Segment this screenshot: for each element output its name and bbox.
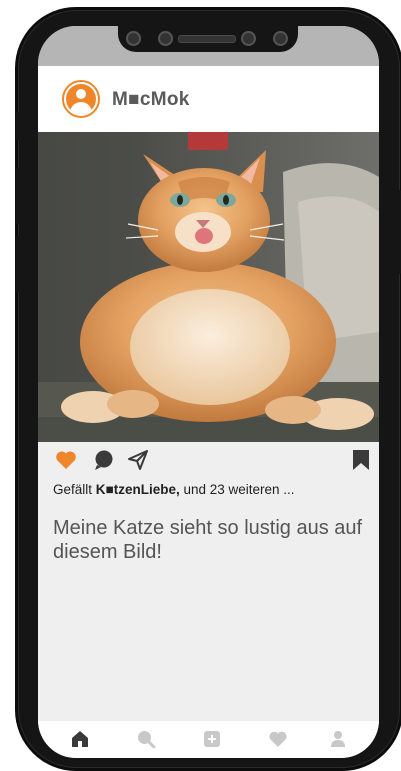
speech-bubble-icon[interactable] <box>92 448 116 472</box>
heart-icon[interactable] <box>54 448 78 472</box>
mute-switch <box>16 112 20 140</box>
heart-icon[interactable] <box>268 729 288 749</box>
home-icon[interactable] <box>70 729 90 749</box>
bottom-tab-bar <box>38 721 379 758</box>
likes-user-link[interactable]: K■tzenLiebe, <box>96 482 180 497</box>
app-title: M■cMok <box>112 89 190 110</box>
sensor-dot-icon <box>241 31 256 46</box>
bookmark-icon[interactable] <box>349 448 373 472</box>
likes-suffix[interactable]: und 23 weiteren ... <box>183 482 294 497</box>
post-image[interactable] <box>38 132 379 442</box>
paper-plane-icon[interactable] <box>126 448 150 472</box>
likes-prefix: Gefällt <box>53 482 93 497</box>
app-header: M■cMok <box>38 66 379 132</box>
search-icon[interactable] <box>136 729 156 749</box>
camera-dot-icon <box>273 31 288 46</box>
post-actions <box>38 442 379 478</box>
volume-up-button <box>16 168 20 224</box>
notch <box>118 26 298 52</box>
sensor-dot-icon <box>158 31 173 46</box>
plus-square-icon[interactable] <box>202 729 222 749</box>
cat-photo <box>38 132 379 442</box>
volume-down-button <box>16 236 20 292</box>
phone-screen: M■cMok Gefällt K■tzenLiebe, und 23 weite… <box>38 26 379 758</box>
camera-dot-icon <box>126 31 141 46</box>
post-caption: Meine Katze sieht so lustig aus auf dies… <box>53 517 363 563</box>
likes-line: Gefällt K■tzenLiebe, und 23 weiteren ... <box>53 482 295 497</box>
person-icon[interactable] <box>328 729 348 749</box>
avatar[interactable] <box>62 80 100 118</box>
speaker-grille <box>178 35 236 43</box>
person-icon <box>66 84 96 114</box>
